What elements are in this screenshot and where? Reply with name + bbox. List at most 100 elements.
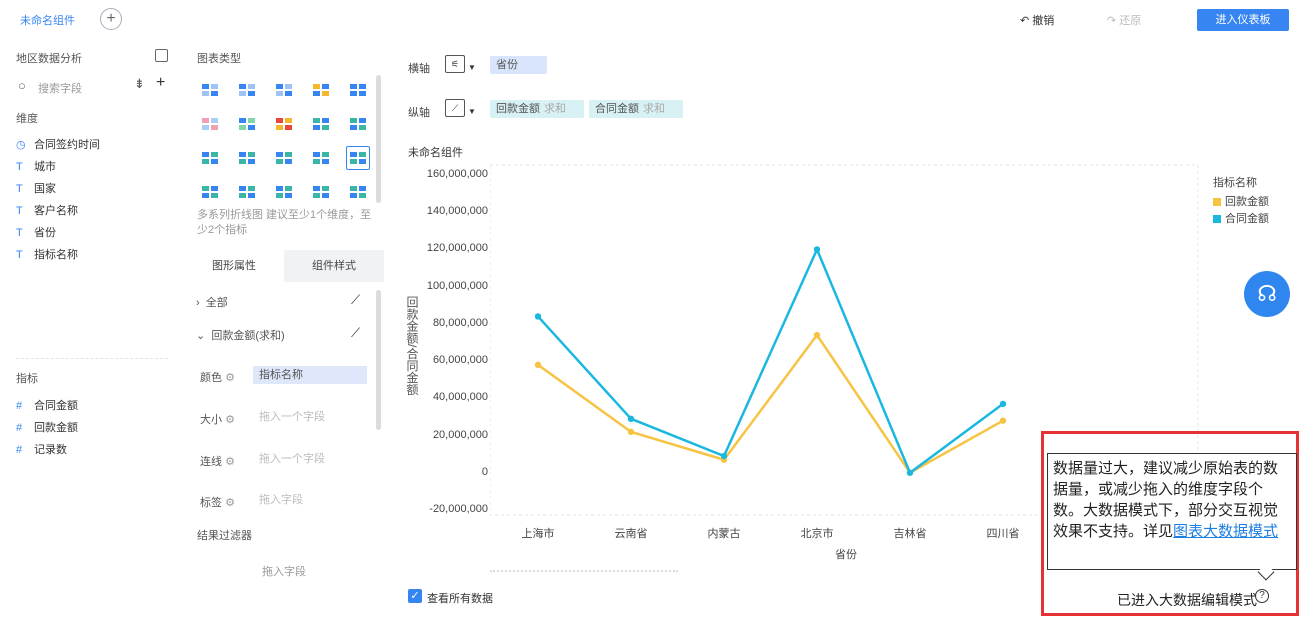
multi-line-icon[interactable] [346,146,370,170]
line-field-drop[interactable]: 拖入一个字段 [253,450,367,468]
field-item[interactable]: T 省份 [16,223,56,243]
data-point[interactable] [813,246,821,253]
data-point[interactable] [534,361,542,369]
data-point[interactable] [813,331,821,339]
result-filter-drop[interactable]: 拖入字段 [262,563,306,579]
component-tab[interactable]: 未命名组件 [20,12,75,28]
size-field-drop[interactable]: 拖入一个字段 [253,408,367,426]
field-item[interactable]: ◷ 合同签约时间 [16,135,100,155]
field-item[interactable]: # 回款金额 [16,418,78,438]
color-field-drop[interactable]: 指标名称 [253,366,367,384]
line-property: 连线 ⚙ [200,453,235,469]
data-point[interactable] [534,313,542,320]
field-item[interactable]: T 客户名称 [16,201,78,221]
line-label: 连线 [200,456,222,468]
legend-label: 合同金额 [1225,213,1269,225]
dot-matrix-icon[interactable] [235,112,259,136]
view-all-checkbox[interactable]: ✓ [408,589,422,603]
legend-label: 回款金额 [1225,196,1269,208]
data-point[interactable] [627,428,635,436]
panel-divider[interactable] [16,358,168,359]
series-label: 回款金额(求和) [211,330,285,342]
grouped-table-icon[interactable] [235,78,259,102]
switch-dataset-icon[interactable] [155,49,168,62]
heatmap-icon[interactable] [272,112,296,136]
customer-service-icon[interactable]: ☊ [1244,271,1290,317]
chart-horizontal-scrollbar[interactable] [490,570,678,572]
horizontal-bar-icon[interactable] [235,146,259,170]
gear-icon[interactable]: ⚙ [225,497,235,509]
column-chart-icon[interactable] [198,146,222,170]
undo-button[interactable]: ↶ 撤销 [1020,12,1054,28]
field-item[interactable]: T 城市 [16,157,56,177]
series-row[interactable]: ⌄ 回款金额(求和) [196,327,285,343]
tile-chart-icon[interactable] [309,78,333,102]
cross-table-icon[interactable] [272,78,296,102]
y-axis-field-pill[interactable]: 回款金额 求和 [490,100,584,118]
legend-item[interactable]: 回款金额 [1213,193,1269,209]
tag-field-drop[interactable]: 拖入字段 [253,491,367,509]
data-point[interactable] [999,400,1007,408]
table-chart-icon[interactable] [198,78,222,102]
field-label: 合同金额 [34,400,78,412]
field-label: 记录数 [34,444,67,456]
help-icon[interactable]: ? [1255,589,1269,603]
radar-icon[interactable] [198,180,222,204]
chart-type-hint: 多系列折线图 建议至少1个维度，至少2个指标 [197,209,372,236]
y-axis-type-icon[interactable]: ⟋ [445,99,465,117]
tab-component-style[interactable]: 组件样式 [284,250,384,282]
gear-icon[interactable]: ⚙ [225,456,235,468]
field-item[interactable]: # 合同金额 [16,396,78,416]
expand-all-row[interactable]: › 全部 [196,294,228,310]
legend-item[interactable]: 合同金额 [1213,210,1269,226]
y-axis-field-pill[interactable]: 合同金额 求和 [589,100,683,118]
tag-property: 标签 ⚙ [200,494,235,510]
field-item[interactable]: T 指标名称 [16,245,78,265]
add-tab-button[interactable]: + [100,8,122,30]
area-chart-icon[interactable] [235,180,259,204]
x-axis-field-pill[interactable]: 省份 [490,56,547,74]
gear-icon[interactable]: ⚙ [225,414,235,426]
chart-type-scrollbar[interactable] [376,75,381,203]
undo-label: 撤销 [1032,15,1055,27]
wave-line-icon[interactable] [309,146,333,170]
field-item[interactable]: T 国家 [16,179,56,199]
enter-dashboard-button[interactable]: 进入仪表板 [1197,9,1289,31]
caret-down-icon[interactable]: ▼ [468,107,476,116]
series-line[interactable] [537,246,1004,475]
x-tick-label: 内蒙古 [707,528,741,540]
x-axis-type-icon[interactable]: ⚟ [445,55,465,73]
sort-icon[interactable]: ⇟ [134,76,145,92]
redo-button[interactable]: ↷ 还原 [1107,12,1141,28]
data-point[interactable] [906,469,914,476]
hash-icon: # [16,400,23,412]
field-search-input[interactable]: 搜索字段 [38,80,82,96]
heat-table-icon[interactable] [198,112,222,136]
big-data-tooltip: 数据量过大，建议减少原始表的数据量，或减少拖入的维度字段个数。大数据模式下，部分… [1047,453,1297,570]
props-scrollbar[interactable] [376,290,381,430]
tab-graph-properties[interactable]: 图形属性 [184,250,284,282]
datasource-title: 地区数据分析 [16,53,82,65]
chart-title: 未命名组件 [408,147,463,159]
data-point[interactable] [627,415,635,423]
big-data-mode-link[interactable]: 图表大数据模式 [1173,523,1278,540]
line-type-icon[interactable]: ⟋ [351,292,360,308]
scatter-icon[interactable] [272,180,296,204]
field-item[interactable]: # 记录数 [16,440,67,460]
caret-down-icon[interactable]: ▼ [468,63,476,72]
add-field-icon[interactable]: + [156,74,165,92]
dot-circle-icon[interactable] [309,180,333,204]
bar-chart-icon[interactable] [346,112,370,136]
pie-chart-icon[interactable] [346,180,370,204]
line-type-icon[interactable]: ⟋ [351,325,360,341]
x-field-name: 省份 [496,59,518,71]
kpi-card-icon[interactable] [346,78,370,102]
scatter-mini-icon[interactable] [272,146,296,170]
legend-swatch [1213,215,1221,224]
y-axis-title: 回款金额/合同金额 [405,296,419,396]
data-point[interactable] [999,417,1007,424]
gear-icon[interactable]: ⚙ [225,372,235,384]
big-data-status: 已进入大数据编辑模式 [1117,592,1257,608]
data-point[interactable] [720,452,728,460]
stacked-bar-icon[interactable] [309,112,333,136]
